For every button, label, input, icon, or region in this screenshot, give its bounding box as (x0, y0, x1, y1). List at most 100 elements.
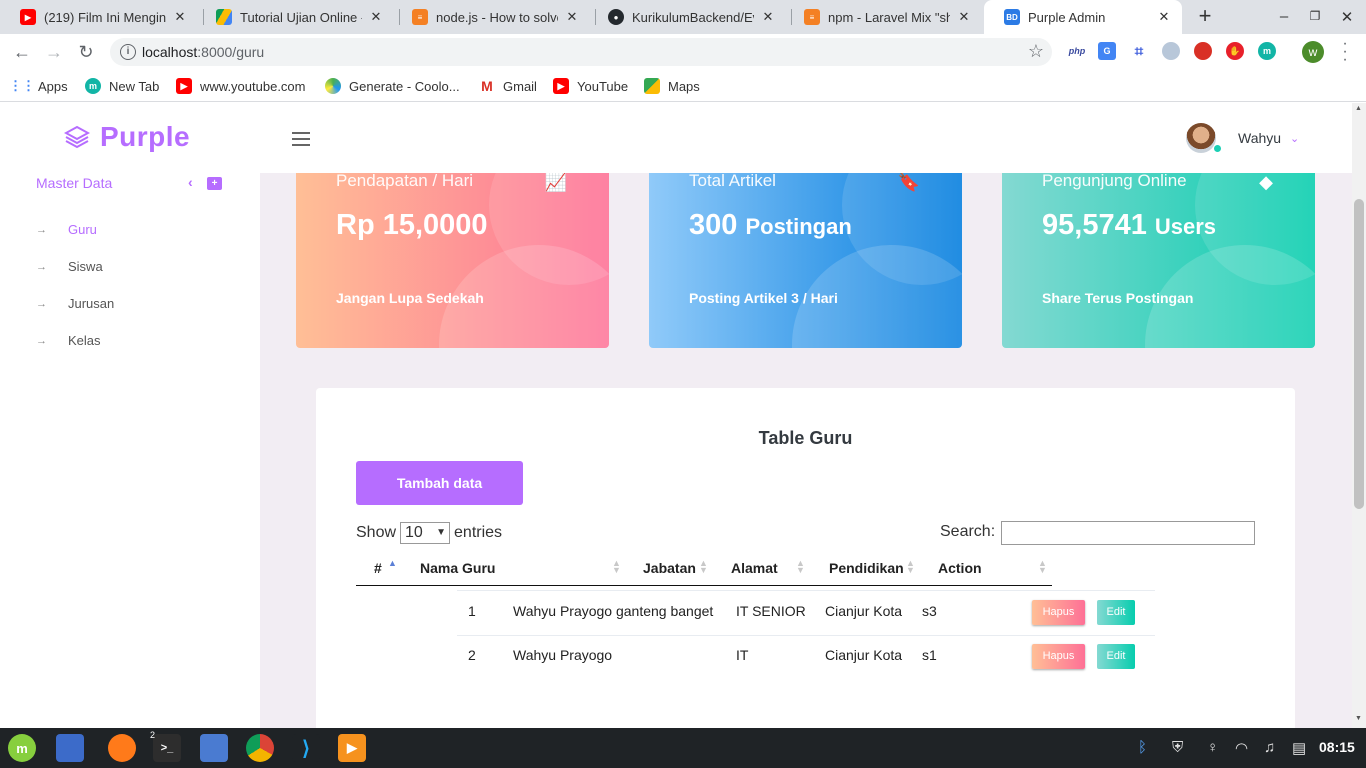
scroll-down-icon[interactable]: ▼ (1355, 715, 1362, 722)
back-icon[interactable]: ← (10, 40, 34, 64)
youtube-icon: ▶ (553, 78, 569, 94)
sort-asc-icon[interactable]: ▲ (388, 559, 397, 568)
music-icon[interactable]: ♫ (1264, 739, 1275, 756)
shield-extension-icon[interactable] (1194, 42, 1212, 60)
firefox-icon[interactable] (108, 734, 136, 762)
delete-button[interactable]: Hapus (1032, 644, 1085, 669)
arrow-right-icon: → (36, 223, 47, 236)
reload-icon[interactable]: ↻ (74, 40, 98, 64)
bookmark-label: Gmail (503, 78, 537, 94)
bookmark-coolors[interactable]: Generate - Coolo... (325, 77, 460, 95)
translate-extension-icon[interactable]: G (1098, 42, 1116, 60)
mint-menu-icon[interactable]: m (8, 734, 36, 762)
wifi-icon[interactable]: ◠ (1235, 739, 1248, 757)
close-tab-icon[interactable]: ✕ (368, 9, 384, 25)
column-header-number[interactable]: # (374, 560, 382, 576)
chevron-left-icon[interactable]: ‹ (188, 174, 193, 190)
forward-icon[interactable]: → (42, 40, 66, 64)
browser-tab[interactable]: ▶ (219) Film Ini Menginsp ✕ (0, 0, 198, 34)
profile-avatar[interactable]: w (1302, 41, 1324, 63)
close-tab-icon[interactable]: ✕ (956, 9, 972, 25)
column-header-jabatan[interactable]: Jabatan (643, 560, 696, 576)
sidebar-heading[interactable]: Master Data (36, 175, 112, 191)
clock[interactable]: 08:15 (1319, 739, 1355, 755)
vscode-icon[interactable]: ⟩ (292, 734, 320, 762)
column-header-alamat[interactable]: Alamat (731, 560, 778, 576)
bluetooth-icon[interactable]: ᛒ (1138, 739, 1147, 756)
sidebar-item-guru[interactable]: → Guru (36, 222, 97, 237)
shield-icon[interactable]: ⛨ (1172, 739, 1183, 756)
sort-icon[interactable]: ▲ ▼ (1038, 559, 1047, 575)
new-tab-button[interactable]: + (1193, 4, 1217, 30)
browser-tab[interactable]: Tutorial Ujian Online - ( ✕ (196, 0, 394, 34)
brand-logo[interactable]: Purple (64, 121, 190, 153)
chevron-down-icon[interactable]: ⌄ (1290, 132, 1299, 145)
bookmark-new-tab[interactable]: m New Tab (85, 77, 159, 95)
sidebar-item-label: Kelas (68, 333, 101, 348)
m-extension-icon[interactable]: m (1258, 42, 1276, 60)
scroll-up-icon[interactable]: ▲ (1355, 105, 1362, 112)
url-text[interactable]: localhost:8000/guru (142, 44, 264, 60)
browser-menu-icon[interactable]: · · · (1340, 36, 1350, 68)
table-card: Table Guru Tambah data Show 10 ▼ entries … (316, 388, 1295, 728)
stop-extension-icon[interactable]: ✋ (1226, 42, 1244, 60)
drive-icon (216, 9, 232, 25)
bookmark-gmail[interactable]: M Gmail (479, 77, 537, 95)
sidebar-item-jurusan[interactable]: → Jurusan (36, 296, 114, 311)
restore-icon[interactable]: ❐ (1307, 9, 1323, 23)
clipboard-icon[interactable]: ▤ (1292, 739, 1306, 757)
user-avatar[interactable] (1186, 123, 1216, 153)
brand-name: Purple (100, 121, 191, 152)
browser-tab[interactable]: ≡ npm - Laravel Mix "sh: ✕ (784, 0, 982, 34)
browser-tab[interactable]: ≡ node.js - How to solve ✕ (392, 0, 590, 34)
close-tab-icon[interactable]: ✕ (564, 9, 580, 25)
scrollbar-thumb[interactable] (1354, 199, 1364, 509)
bookmark-maps[interactable]: Maps (644, 77, 700, 95)
sort-icon[interactable]: ▲ ▼ (699, 559, 708, 575)
address-bar[interactable]: i localhost:8000/guru ☆ (110, 38, 1052, 66)
site-info-icon[interactable]: i (120, 44, 136, 60)
column-header-pendidikan[interactable]: Pendidikan (829, 560, 904, 576)
user-name[interactable]: Wahyu (1238, 130, 1281, 146)
sort-icon[interactable]: ▲ ▼ (612, 559, 621, 575)
files-icon[interactable] (200, 734, 228, 762)
browser-tab-active[interactable]: BD Purple Admin ✕ (984, 0, 1182, 34)
column-header-nama-guru[interactable]: Nama Guru (420, 560, 495, 576)
menu-toggle-icon[interactable] (292, 132, 310, 146)
lightbulb-icon[interactable]: ♀ (1207, 739, 1218, 756)
close-window-icon[interactable]: ✕ (1339, 8, 1355, 26)
php-extension-icon[interactable]: php (1066, 42, 1088, 60)
close-tab-icon[interactable]: ✕ (760, 9, 776, 25)
sort-icon[interactable]: ▲ ▼ (796, 559, 805, 575)
github-icon: ● (608, 9, 624, 25)
entries-select[interactable]: 10 ▼ (400, 522, 451, 544)
bookmark-star-icon[interactable]: ☆ (1028, 41, 1044, 62)
crop-extension-icon[interactable]: ⌗ (1130, 42, 1148, 60)
url-host: localhost (142, 44, 198, 60)
media-player-icon[interactable]: ▶ (338, 734, 366, 762)
add-data-button[interactable]: Tambah data (356, 461, 523, 505)
bookmark-icon: 🔖 (897, 172, 920, 192)
bookmark-youtube[interactable]: ▶ YouTube (553, 77, 628, 95)
browser-tab[interactable]: ● KurikulumBackend/Eva ✕ (588, 0, 786, 34)
minimize-icon[interactable]: – (1276, 8, 1292, 25)
show-desktop-icon[interactable] (56, 734, 84, 762)
chrome-icon[interactable] (246, 734, 274, 762)
edit-button[interactable]: Edit (1097, 600, 1135, 625)
owl-extension-icon[interactable] (1162, 42, 1180, 60)
search-input[interactable] (1001, 521, 1255, 545)
bookmark-apps[interactable]: ⋮⋮ Apps (9, 77, 68, 95)
sort-icon[interactable]: ▲ ▼ (906, 559, 915, 575)
row-divider (457, 635, 1155, 636)
close-tab-icon[interactable]: ✕ (172, 9, 188, 25)
sidebar-item-siswa[interactable]: → Siswa (36, 259, 103, 274)
close-tab-icon[interactable]: ✕ (1156, 9, 1172, 25)
edit-button[interactable]: Edit (1097, 644, 1135, 669)
delete-button[interactable]: Hapus (1032, 600, 1085, 625)
page-scrollbar[interactable]: ▲ ▼ (1352, 103, 1366, 728)
column-header-action[interactable]: Action (938, 560, 982, 576)
terminal-icon[interactable]: >_ (153, 734, 181, 762)
cell-number: 2 (468, 647, 476, 663)
bookmark-youtube-com[interactable]: ▶ www.youtube.com (176, 77, 306, 95)
sidebar-item-kelas[interactable]: → Kelas (36, 333, 101, 348)
